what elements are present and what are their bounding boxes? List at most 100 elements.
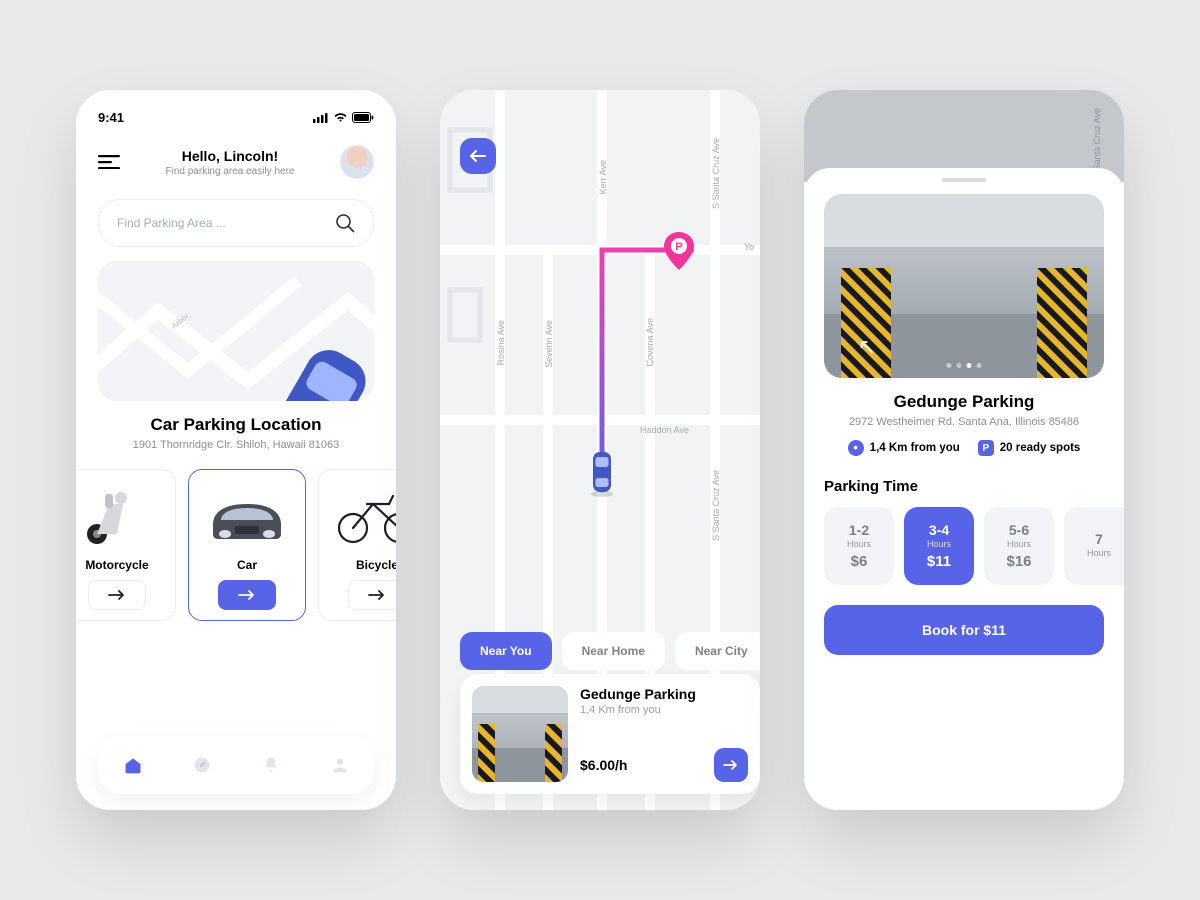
street-label: S Santa Cruz Ave (711, 470, 721, 541)
vehicle-card-car[interactable]: Car (188, 469, 306, 621)
screen-home: 9:41 Hello, Lincoln! Find parking area e… (76, 90, 396, 810)
avatar[interactable] (340, 145, 374, 179)
time-unit: Hours (1007, 539, 1031, 549)
vehicle-go-button[interactable] (218, 580, 276, 610)
vehicle-go-button[interactable] (348, 580, 396, 610)
time-price: $16 (1006, 553, 1031, 570)
time-option[interactable]: 5-6 Hours $16 (984, 507, 1054, 585)
arrow-right-icon (368, 589, 386, 601)
time-unit: Hours (847, 539, 871, 549)
back-button[interactable] (460, 138, 496, 174)
result-card-row: Gedunge Parking 1,4 Km from you $6.00/h (460, 674, 760, 794)
street-label: Yo (744, 242, 754, 252)
car-icon (590, 450, 614, 498)
info-spots: P 20 ready spots (978, 440, 1081, 456)
vehicle-label: Motorcycle (85, 558, 148, 572)
vehicle-card-motorcycle[interactable]: Motorcycle (76, 469, 176, 621)
greeting-title: Hello, Lincoln! (166, 148, 295, 164)
location-title: Car Parking Location (98, 415, 374, 435)
time-range: 7 (1095, 531, 1103, 547)
greeting-sub: Find parking area easily here (166, 166, 295, 177)
nav-profile-icon[interactable] (330, 755, 350, 775)
battery-icon (352, 112, 374, 123)
filter-row: Near You Near Home Near City (440, 632, 760, 670)
sheet-handle[interactable] (942, 178, 986, 182)
info-distance: 1,4 Km from you (848, 440, 960, 456)
result-price: $6.00/h (580, 757, 627, 773)
screen-map: Rosina Ave Severin Ave Covena Ave Kerr A… (440, 90, 760, 810)
wifi-icon (333, 112, 348, 123)
street-label: Covena Ave (645, 318, 655, 366)
street-label: S Santa Cruz Ave (711, 138, 721, 209)
result-go-button[interactable] (714, 748, 748, 782)
time-option[interactable]: 1-2 Hours $6 (824, 507, 894, 585)
signal-icon (313, 112, 329, 123)
result-title: Gedunge Parking (580, 686, 748, 702)
detail-title: Gedunge Parking (824, 392, 1104, 412)
parking-icon: P (978, 440, 994, 456)
time-range: 1-2 (849, 522, 869, 538)
street-label: Severin Ave (544, 320, 554, 368)
motorcycle-icon (76, 480, 165, 552)
vehicle-card-bicycle[interactable]: Bicycle (318, 469, 396, 621)
svg-text:P: P (675, 241, 682, 253)
parking-result-card[interactable]: Gedunge Parking 1,4 Km from you $6.00/h (460, 674, 760, 794)
info-distance-text: 1,4 Km from you (870, 442, 960, 454)
vehicle-go-button[interactable] (88, 580, 146, 610)
filter-near-home[interactable]: Near Home (562, 632, 665, 670)
vehicle-label: Bicycle (356, 558, 396, 572)
status-time: 9:41 (98, 110, 124, 125)
detail-info-row: 1,4 Km from you P 20 ready spots (824, 440, 1104, 456)
header: Hello, Lincoln! Find parking area easily… (98, 145, 374, 179)
info-spots-text: 20 ready spots (1000, 442, 1081, 454)
mini-map[interactable]: Arbor (98, 261, 374, 401)
time-range: 3-4 (929, 522, 949, 538)
parking-thumbnail (472, 686, 568, 782)
photo-pager[interactable] (947, 363, 982, 368)
bottom-nav (98, 736, 374, 794)
status-bar: 9:41 (98, 110, 374, 125)
time-unit: Hours (1087, 548, 1111, 558)
floor-arrow-icon: ↖ (858, 334, 876, 360)
book-button[interactable]: Book for $11 (824, 605, 1104, 655)
street-label: Rosina Ave (496, 320, 506, 365)
section-heading: Parking Time (824, 478, 1104, 495)
location-address: 1901 Thornridge Cir. Shiloh, Hawaii 8106… (98, 439, 374, 451)
vehicle-selector: Motorcycle Car Bicycl (76, 469, 396, 621)
book-button-label: Book for $11 (922, 622, 1006, 638)
street-label: Kerr Ave (598, 160, 608, 194)
time-range: 5-6 (1009, 522, 1029, 538)
greeting: Hello, Lincoln! Find parking area easily… (166, 148, 295, 177)
arrow-right-icon (108, 589, 126, 601)
nav-explore-icon[interactable] (192, 755, 212, 775)
location-pin-icon (848, 440, 864, 456)
vehicle-label: Car (237, 558, 257, 572)
search-icon (335, 213, 355, 233)
time-option[interactable]: 3-4 Hours $11 (904, 507, 974, 585)
arrow-right-icon (723, 759, 739, 771)
time-selector: 1-2 Hours $6 3-4 Hours $11 5-6 Hours $16… (824, 507, 1124, 585)
car-front-icon (199, 480, 295, 552)
time-price: $6 (851, 553, 868, 570)
nav-home-icon[interactable] (123, 755, 143, 775)
time-unit: Hours (927, 539, 951, 549)
time-option[interactable]: 7 Hours (1064, 507, 1124, 585)
filter-near-you[interactable]: Near You (460, 632, 552, 670)
search-placeholder: Find Parking Area ... (117, 216, 226, 230)
status-icons (313, 112, 374, 123)
result-distance: 1,4 Km from you (580, 704, 748, 716)
time-price: $11 (927, 553, 951, 570)
filter-near-city[interactable]: Near City (675, 632, 760, 670)
search-input[interactable]: Find Parking Area ... (98, 199, 374, 247)
street-label: Haddon Ave (640, 425, 689, 435)
arrow-left-icon (470, 149, 486, 163)
arrow-right-icon (238, 589, 256, 601)
parking-photo[interactable]: ↖ (824, 194, 1104, 378)
bicycle-icon (329, 480, 396, 552)
parking-pin-icon[interactable]: P (664, 232, 694, 270)
detail-address: 2972 Westheimer Rd. Santa Ana, Illinois … (824, 416, 1104, 428)
nav-bell-icon[interactable] (261, 755, 281, 775)
screen-detail: S Santa Cruz Ave ↖ Gedunge Parking 2972 … (804, 90, 1124, 810)
detail-sheet: ↖ Gedunge Parking 2972 Westheimer Rd. Sa… (804, 168, 1124, 810)
menu-button[interactable] (98, 155, 120, 169)
